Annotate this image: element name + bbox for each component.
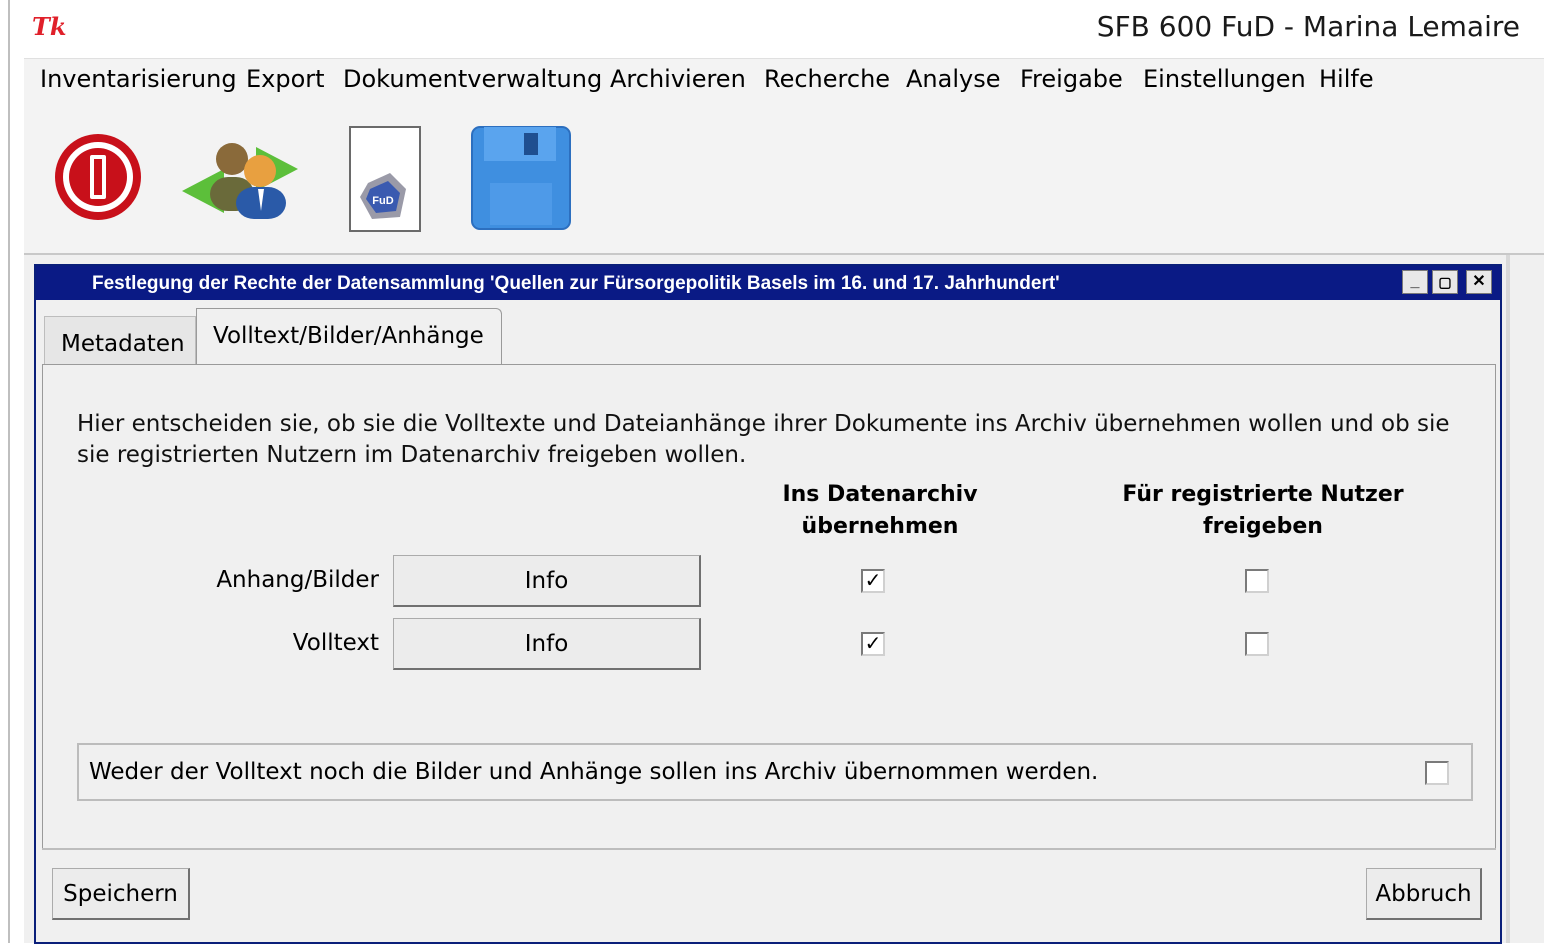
info-button-anhang-bilder[interactable]: Info: [393, 555, 701, 607]
dialog-title: Festlegung der Rechte der Datensammlung …: [92, 273, 1060, 294]
info-button-volltext[interactable]: Info: [393, 618, 701, 670]
close-button[interactable]: ✕: [1466, 270, 1492, 294]
menu-export[interactable]: Export: [246, 65, 325, 93]
dialog-titlebar[interactable]: Festlegung der Rechte der Datensammlung …: [36, 266, 1500, 300]
workspace: Festlegung der Rechte der Datensammlung …: [24, 255, 1544, 944]
no-archive-option: Weder der Volltext noch die Bilder und A…: [77, 743, 1473, 801]
tab-volltext-bilder-anhaenge[interactable]: Volltext/Bilder/Anhänge: [196, 308, 502, 366]
application-window: Tk SFB 600 FuD - Marina Lemaire Inventar…: [24, 0, 1544, 944]
menu-einstellungen[interactable]: Einstellungen: [1143, 65, 1306, 93]
tab-bar: Metadaten Volltext/Bilder/Anhänge: [44, 308, 1496, 368]
tab-metadaten[interactable]: Metadaten: [44, 316, 196, 368]
rights-dialog: Festlegung der Rechte der Datensammlung …: [34, 264, 1502, 944]
menu-dokumentverwaltung[interactable]: Dokumentverwaltung: [343, 65, 602, 93]
maximize-button[interactable]: ▢: [1432, 270, 1458, 294]
tk-logo-icon: Tk: [32, 12, 67, 41]
footer-separator: [42, 848, 1496, 850]
checkbox-anhang-bilder-release[interactable]: [1245, 569, 1269, 593]
menu-hilfe[interactable]: Hilfe: [1319, 65, 1374, 93]
left-window-edge: [0, 0, 24, 943]
menu-archivieren[interactable]: Archivieren: [610, 65, 746, 93]
workspace-edge: [1506, 255, 1510, 943]
save-button[interactable]: Speichern: [52, 868, 190, 920]
toolbar: FuD: [24, 103, 1544, 255]
no-archive-label: Weder der Volltext noch die Bilder und A…: [89, 759, 1099, 785]
menu-analyse[interactable]: Analyse: [906, 65, 1000, 93]
checkbox-anhang-bilder-archive[interactable]: ✓: [861, 569, 885, 593]
intro-text: Hier entscheiden sie, ob sie die Volltex…: [77, 411, 1450, 468]
menu-freigabe[interactable]: Freigabe: [1020, 65, 1123, 93]
cancel-button[interactable]: Abbruch: [1366, 868, 1482, 920]
checkbox-no-archive[interactable]: [1425, 761, 1449, 785]
minimize-button[interactable]: _: [1402, 270, 1428, 294]
row-label-volltext: Volltext: [292, 630, 379, 656]
app-title: SFB 600 FuD - Marina Lemaire: [1096, 10, 1520, 43]
row-label-anhang-bilder: Anhang/Bilder: [216, 567, 379, 593]
save-floppy-icon[interactable]: [470, 125, 572, 236]
checkbox-volltext-release[interactable]: [1245, 632, 1269, 656]
switch-user-icon[interactable]: [180, 139, 300, 226]
menubar: Inventarisierung Export Dokumentverwaltu…: [24, 58, 1544, 104]
checkbox-volltext-archive[interactable]: ✓: [861, 632, 885, 656]
power-icon[interactable]: [52, 131, 144, 228]
fud-document-icon[interactable]: FuD: [346, 125, 422, 238]
menu-recherche[interactable]: Recherche: [764, 65, 890, 93]
column-header-archive: Ins Datenarchiv übernehmen: [782, 482, 978, 539]
menu-inventarisierung[interactable]: Inventarisierung: [40, 65, 237, 93]
column-header-release: Für registrierte Nutzer freigeben: [1122, 482, 1404, 539]
app-titlebar: Tk SFB 600 FuD - Marina Lemaire: [24, 0, 1544, 58]
tab-panel: Hier entscheiden sie, ob sie die Volltex…: [42, 364, 1496, 848]
fud-badge: FuD: [372, 195, 393, 207]
